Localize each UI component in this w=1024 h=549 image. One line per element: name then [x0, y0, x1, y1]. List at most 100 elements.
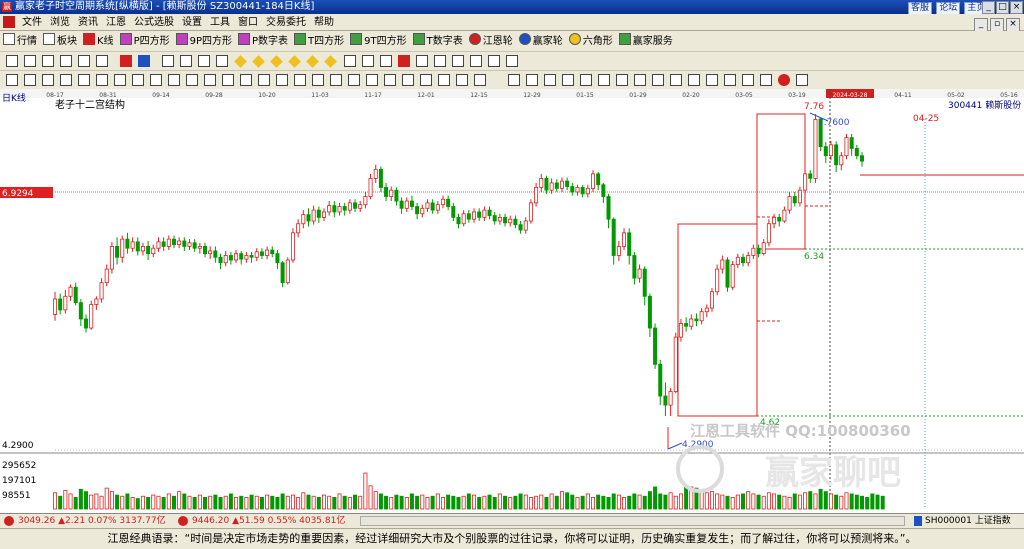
- cross-icon[interactable]: [60, 55, 72, 67]
- toolbar-t-square[interactable]: T四方形: [291, 32, 347, 52]
- toolbar-9p-square[interactable]: 9P四方形: [173, 32, 235, 52]
- tool-icon-22[interactable]: [384, 74, 396, 86]
- menu-tools[interactable]: 工具: [206, 15, 234, 31]
- maximize-button[interactable]: □: [996, 1, 1009, 14]
- play-icon[interactable]: [138, 55, 150, 67]
- toolbar-p-square[interactable]: P四方形: [117, 32, 173, 52]
- menu-file[interactable]: 文件: [18, 15, 46, 31]
- tool-icon-27[interactable]: [474, 74, 486, 86]
- toolbar-t-table[interactable]: T数字表: [410, 32, 466, 52]
- status-code[interactable]: SH000001 上证指数: [925, 514, 1011, 529]
- infinity-icon[interactable]: [796, 74, 808, 86]
- left-icon[interactable]: [198, 55, 210, 67]
- hand-icon[interactable]: [344, 55, 356, 67]
- menu-news[interactable]: 资讯: [74, 15, 102, 31]
- toolbar-hexagon[interactable]: 六角形: [566, 32, 616, 52]
- mdi-restore-icon[interactable]: ▫: [990, 18, 1004, 32]
- channel-icon[interactable]: [470, 55, 482, 67]
- tool-icon-9[interactable]: [150, 74, 162, 86]
- toolbar-service[interactable]: 赢家服务: [616, 32, 676, 52]
- menu-formula[interactable]: 公式选股: [130, 15, 178, 31]
- diamond-icon-1[interactable]: [234, 55, 247, 68]
- last-icon[interactable]: [180, 55, 192, 67]
- tool-icon-33[interactable]: [598, 74, 610, 86]
- menu-trade[interactable]: 交易委托: [262, 15, 310, 31]
- sz-index-icon[interactable]: [178, 516, 188, 526]
- tool-icon-24[interactable]: [420, 74, 432, 86]
- tool-icon-16[interactable]: [276, 74, 288, 86]
- toolbar-winner-wheel[interactable]: 赢家轮: [516, 32, 566, 52]
- diamond-icon-3[interactable]: [270, 55, 283, 68]
- close-button[interactable]: ×: [1010, 1, 1023, 14]
- menu-help[interactable]: 帮助: [310, 15, 338, 31]
- toolbar-p-table[interactable]: P数字表: [235, 32, 291, 52]
- tool-icon-29[interactable]: [526, 74, 538, 86]
- first-icon[interactable]: [162, 55, 174, 67]
- menu-gann[interactable]: 江恩: [102, 15, 130, 31]
- crosshair-icon[interactable]: [362, 55, 374, 67]
- tool-icon-39[interactable]: [706, 74, 718, 86]
- tool-icon-32[interactable]: [580, 74, 592, 86]
- line-icon[interactable]: [416, 55, 428, 67]
- toolbar-gann-wheel[interactable]: 江恩轮: [466, 32, 516, 52]
- tool-icon-30[interactable]: [544, 74, 556, 86]
- marker-icon[interactable]: [96, 55, 108, 67]
- ray-icon[interactable]: [434, 55, 446, 67]
- mdi-close-icon[interactable]: ×: [1006, 18, 1020, 32]
- tool-icon-19[interactable]: [330, 74, 342, 86]
- tool-icon-34[interactable]: [616, 74, 628, 86]
- tool-icon-11[interactable]: [186, 74, 198, 86]
- tool-icon-31[interactable]: [562, 74, 574, 86]
- menu-window[interactable]: 窗口: [234, 15, 262, 31]
- toolbar-9t-square[interactable]: 9T四方形: [347, 32, 409, 52]
- tool-icon-36[interactable]: [652, 74, 664, 86]
- rect-icon[interactable]: [452, 55, 464, 67]
- tool-icon-8[interactable]: [132, 74, 144, 86]
- tool-icon-13[interactable]: [222, 74, 234, 86]
- tool-icon-41[interactable]: [742, 74, 754, 86]
- diamond-icon-2[interactable]: [252, 55, 265, 68]
- pin-icon[interactable]: [42, 55, 54, 67]
- tool-icon-21[interactable]: [366, 74, 378, 86]
- tool-icon-5[interactable]: [78, 74, 90, 86]
- horizontal-scrollbar[interactable]: [360, 516, 905, 526]
- tool-icon-28[interactable]: [508, 74, 520, 86]
- tool-icon-25[interactable]: [438, 74, 450, 86]
- menu-settings[interactable]: 设置: [178, 15, 206, 31]
- tool-icon-17[interactable]: [294, 74, 306, 86]
- tool-icon-4[interactable]: [60, 74, 72, 86]
- tool-icon-3[interactable]: [42, 74, 54, 86]
- tool-icon-20[interactable]: [348, 74, 360, 86]
- menu-browse[interactable]: 浏览: [46, 15, 74, 31]
- tool-icon-35[interactable]: [634, 74, 646, 86]
- tool-icon-2[interactable]: [24, 74, 36, 86]
- minimize-button[interactable]: _: [982, 1, 995, 14]
- tool-icon-40[interactable]: [724, 74, 736, 86]
- toolbar-quotes[interactable]: 行情: [0, 32, 40, 52]
- fib-icon[interactable]: [488, 55, 500, 67]
- color-wheel-icon[interactable]: [778, 74, 790, 86]
- tool-icon-12[interactable]: [204, 74, 216, 86]
- tool-icon-1[interactable]: [6, 74, 18, 86]
- tool-icon-18[interactable]: [312, 74, 324, 86]
- diamond-icon-5[interactable]: [306, 55, 319, 68]
- bars-icon[interactable]: [24, 55, 36, 67]
- sh-index-icon[interactable]: [4, 516, 14, 526]
- app-menu-icon[interactable]: [3, 16, 15, 28]
- tool-icon-10[interactable]: [168, 74, 180, 86]
- tool-icon-38[interactable]: [688, 74, 700, 86]
- diamond-icon-6[interactable]: [324, 55, 337, 68]
- grid-icon[interactable]: [6, 55, 18, 67]
- zoom-icon[interactable]: [398, 55, 410, 67]
- arrow-icon[interactable]: [380, 55, 392, 67]
- tool-icon-7[interactable]: [114, 74, 126, 86]
- tool-icon-37[interactable]: [670, 74, 682, 86]
- mdi-minimize-icon[interactable]: _: [974, 18, 988, 32]
- diamond-icon-4[interactable]: [288, 55, 301, 68]
- tool-icon-26[interactable]: [456, 74, 468, 86]
- right-icon[interactable]: [216, 55, 228, 67]
- text-icon[interactable]: [506, 55, 518, 67]
- kline-chart[interactable]: 08-17 08-31 09-14 09-28 10-20 11-03 11-17 12-01…: [0, 89, 1024, 513]
- gear-icon[interactable]: [78, 55, 90, 67]
- red-marker-icon[interactable]: [120, 55, 132, 67]
